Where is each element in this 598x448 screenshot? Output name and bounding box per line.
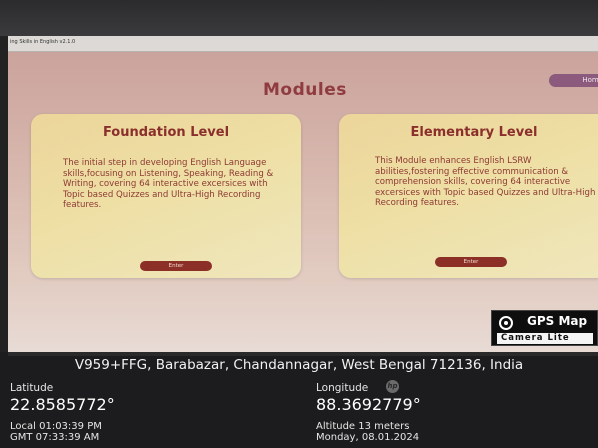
enter-button-elementary[interactable]: Enter (435, 257, 507, 267)
enter-button-foundation[interactable]: Enter (140, 261, 212, 271)
gps-map-camera-badge: GPS Map Camera Lite (491, 310, 598, 346)
page-title: Modules (263, 80, 347, 100)
module-card-foundation: Foundation Level The initial step in dev… (31, 114, 301, 278)
module-title: Foundation Level (102, 125, 230, 140)
window-titlebar: ing Skills in English v2.1.0 (8, 36, 598, 52)
local-time: Local 01:03:39 PM (10, 421, 102, 432)
module-title: Elementary Level (410, 125, 538, 140)
badge-subtitle: Camera Lite (497, 333, 593, 344)
module-description: The initial step in developing English L… (63, 158, 274, 211)
badge-title: GPS Map (527, 314, 588, 328)
gps-info-overlay: V959+FFG, Barabazar, Chandannagar, West … (0, 352, 598, 448)
altitude-text: Altitude 13 meters (316, 421, 410, 432)
home-button[interactable]: Home (549, 74, 598, 87)
gmt-time: GMT 07:33:39 AM (10, 432, 100, 443)
app-window: ing Skills in English v2.1.0 Modules Hom… (8, 36, 598, 356)
hp-logo-icon: hp (386, 380, 399, 393)
longitude-value: 88.3692779° (316, 395, 421, 414)
module-card-elementary: Elementary Level This Module enhances En… (339, 114, 598, 278)
latitude-label: Latitude (10, 382, 54, 394)
camera-icon (499, 316, 513, 330)
longitude-label: Longitude (316, 382, 369, 394)
window-title: ing Skills in English v2.1.0 (10, 39, 76, 45)
address-text: V959+FFG, Barabazar, Chandannagar, West … (74, 357, 524, 373)
latitude-value: 22.8585772° (10, 395, 115, 414)
date-text: Monday, 08.01.2024 (316, 432, 420, 443)
module-description: This Module enhances English LSRW abilit… (375, 156, 596, 209)
photo-top-area (0, 0, 598, 36)
